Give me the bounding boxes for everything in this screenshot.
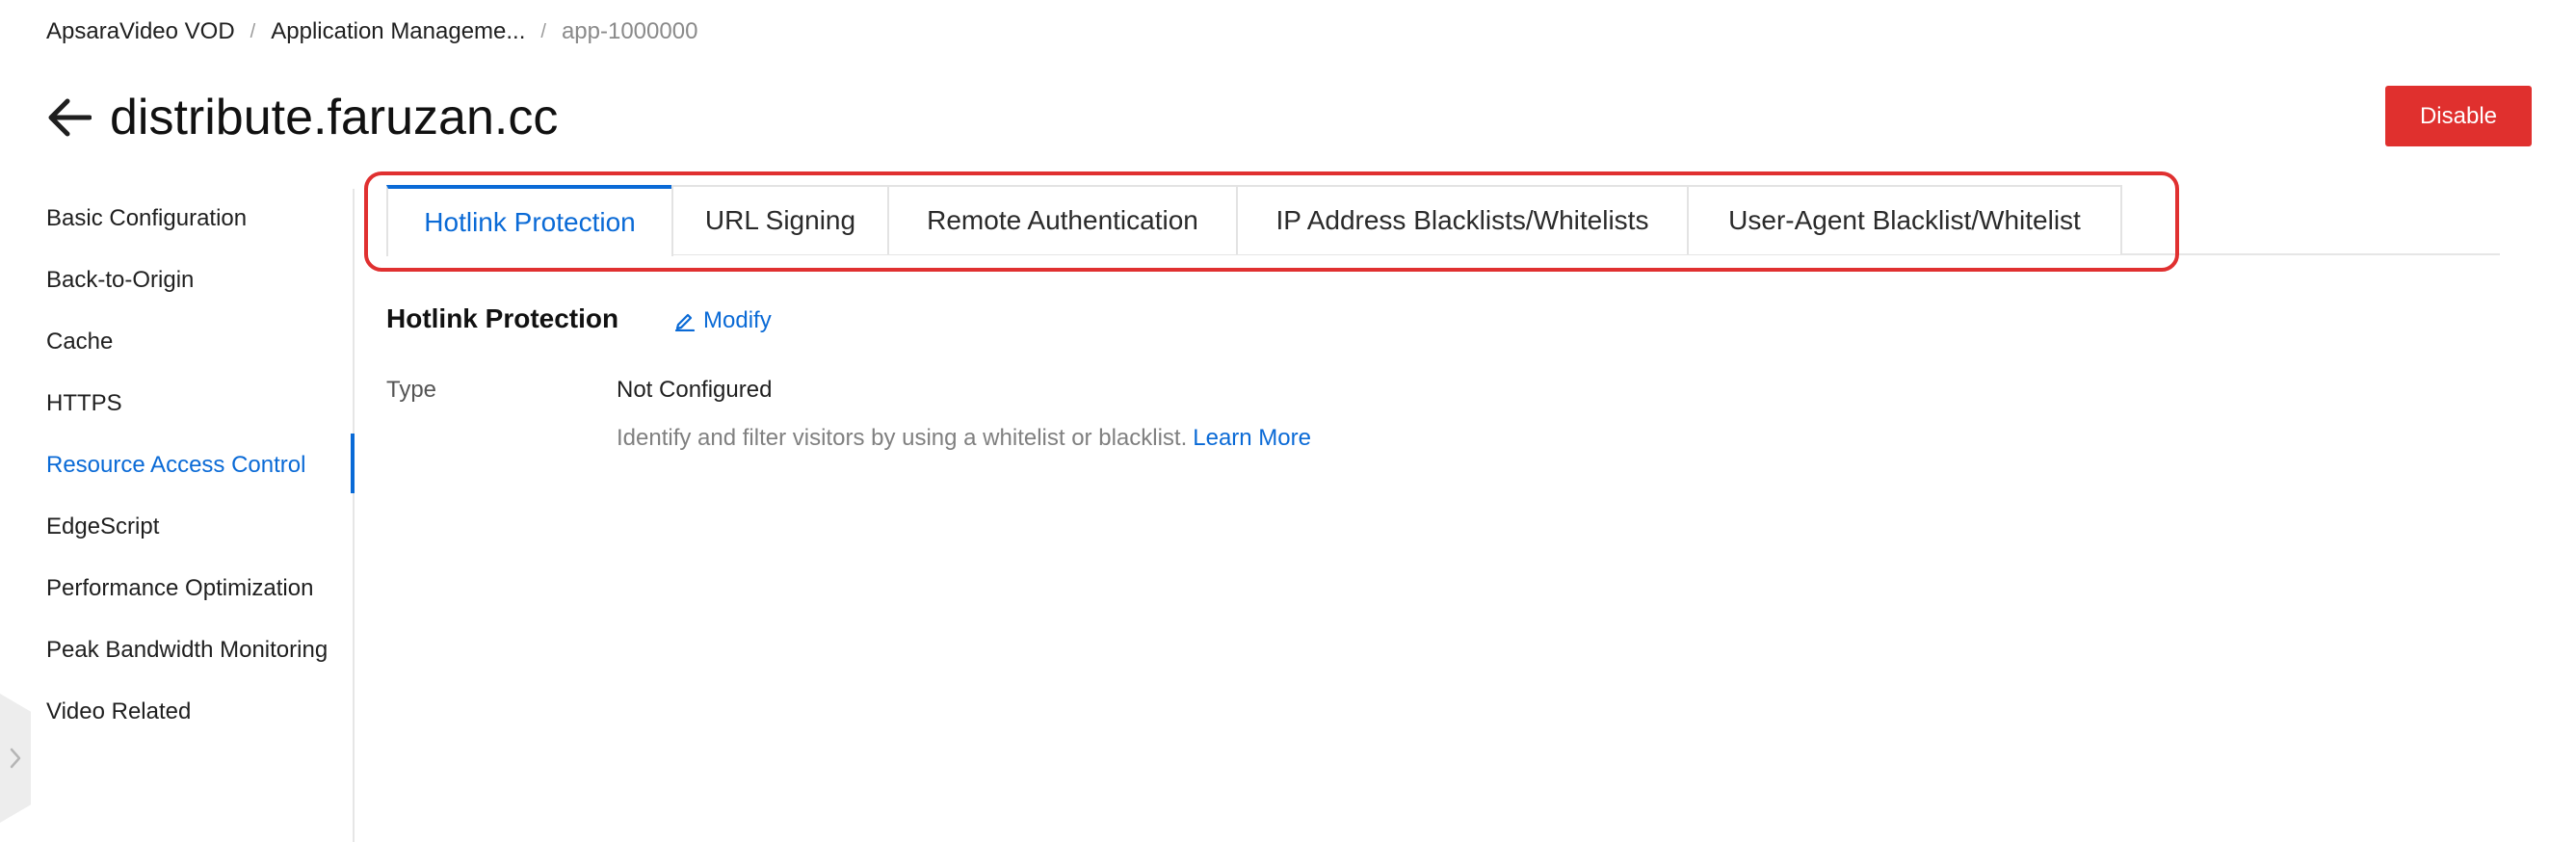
breadcrumb-item-apsaravideo-vod[interactable]: ApsaraVideo VOD [46,17,235,46]
sidebar-item-https[interactable]: HTTPS [46,389,122,418]
arrow-left-icon [48,98,92,137]
sidebar-item-edgescript[interactable]: EdgeScript [46,513,159,541]
type-help-text: Identify and filter visitors by using a … [617,424,1311,453]
breadcrumb: ApsaraVideo VOD / Application Manageme..… [46,17,697,46]
section-title: Hotlink Protection [386,303,619,333]
help-text: Identify and filter visitors by using a … [617,425,1188,451]
sidebar-item-cache[interactable]: Cache [46,328,113,356]
modify-link[interactable]: Modify [674,306,772,335]
sidebar-item-basic-configuration[interactable]: Basic Configuration [46,204,247,233]
sidebar-item-performance-optimization[interactable]: Performance Optimization [46,574,313,603]
sidebar-item-resource-access-control[interactable]: Resource Access Control [46,451,305,480]
breadcrumb-separator: / [250,21,256,42]
sidebar: Basic Configuration Back-to-Origin Cache… [0,189,355,842]
sidebar-active-indicator [351,434,355,493]
sidebar-item-peak-bandwidth-monitoring[interactable]: Peak Bandwidth Monitoring [46,636,328,665]
page: ApsaraVideo VOD / Application Manageme..… [0,0,2576,842]
page-title: distribute.faruzan.cc [110,90,559,145]
sidebar-collapse-handle[interactable] [0,694,31,823]
edit-pencil-icon [674,313,696,331]
type-label: Type [386,377,437,403]
modify-label: Modify [703,307,772,333]
breadcrumb-item-current: app-1000000 [561,18,698,44]
type-value: Not Configured [617,377,773,403]
disable-button[interactable]: Disable [2385,86,2532,146]
breadcrumb-separator: / [540,21,546,42]
sidebar-item-video-related[interactable]: Video Related [46,697,191,726]
sidebar-item-back-to-origin[interactable]: Back-to-Origin [46,266,194,295]
chevron-right-icon [10,748,21,769]
title-row: distribute.faruzan.cc [46,85,558,150]
breadcrumb-item-application-management[interactable]: Application Manageme... [271,17,525,46]
learn-more-link[interactable]: Learn More [1193,425,1311,451]
back-button[interactable] [46,94,92,141]
tabs-highlight-annotation [364,171,2179,272]
